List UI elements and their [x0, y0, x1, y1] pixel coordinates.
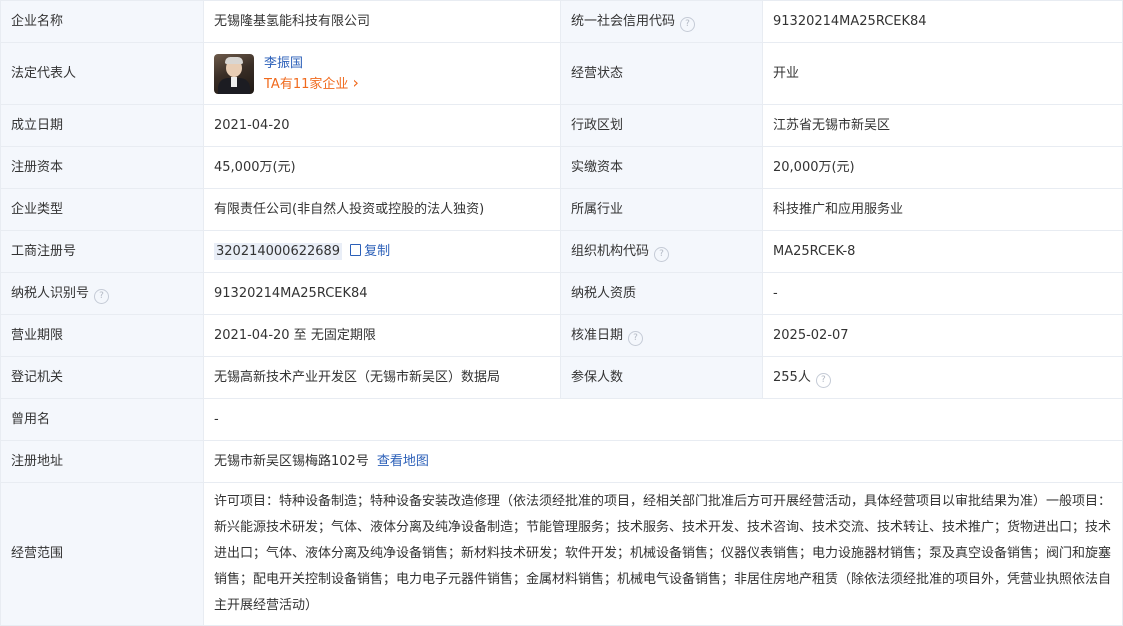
value-reg-number: 320214000622689 复制: [203, 230, 561, 273]
value-region: 江苏省无锡市新吴区: [762, 104, 1123, 147]
value-term: 2021-04-20 至 无固定期限: [203, 314, 561, 357]
question-circle-icon[interactable]: ?: [680, 16, 696, 32]
question-circle-icon[interactable]: ?: [815, 372, 831, 388]
label-approval-date-text: 核准日期: [571, 327, 624, 343]
label-approval-date: 核准日期?: [560, 314, 763, 357]
legal-rep-companies-text: TA有11家企业: [264, 76, 349, 92]
value-authority: 无锡高新技术产业开发区（无锡市新吴区）数据局: [203, 356, 561, 399]
label-taxpayer-id-text: 纳税人识别号: [11, 285, 90, 301]
value-approval-date: 2025-02-07: [762, 314, 1123, 357]
label-insured: 参保人数: [560, 356, 763, 399]
value-paid-capital: 20,000万(元): [762, 146, 1123, 189]
question-circle-icon[interactable]: ?: [654, 246, 670, 262]
legal-rep-name-link[interactable]: 李振国: [264, 54, 359, 73]
company-info-table: 企业名称 无锡隆基氢能科技有限公司 统一社会信用代码? 91320214MA25…: [0, 0, 1123, 626]
label-paid-capital: 实缴资本: [560, 146, 763, 189]
label-authority: 登记机关: [0, 356, 204, 399]
reg-number-text: 320214000622689: [214, 242, 343, 260]
view-map-link[interactable]: 查看地图: [377, 454, 429, 469]
label-region: 行政区划: [560, 104, 763, 147]
label-term: 营业期限: [0, 314, 204, 357]
value-taxpayer-qual: -: [762, 272, 1123, 315]
label-legal-rep: 法定代表人: [0, 42, 204, 105]
value-industry: 科技推广和应用服务业: [762, 188, 1123, 231]
label-company-type: 企业类型: [0, 188, 204, 231]
value-former-name: -: [203, 398, 1123, 441]
label-org-code: 组织机构代码?: [560, 230, 763, 273]
label-reg-capital: 注册资本: [0, 146, 204, 189]
copy-button[interactable]: 复制: [350, 243, 391, 259]
value-status: 开业: [762, 42, 1123, 105]
value-scope: 许可项目：特种设备制造；特种设备安装改造修理（依法须经批准的项目，经相关部门批准…: [203, 482, 1123, 626]
legal-rep-companies-link[interactable]: TA有11家企业 ›: [264, 73, 359, 94]
question-circle-icon[interactable]: ?: [94, 288, 110, 304]
label-former-name: 曾用名: [0, 398, 204, 441]
label-reg-number: 工商注册号: [0, 230, 204, 273]
address-text: 无锡市新吴区锡梅路102号: [214, 453, 369, 469]
chevron-right-icon: ›: [352, 72, 359, 92]
value-org-code: MA25RCEK-8: [762, 230, 1123, 273]
label-founded: 成立日期: [0, 104, 204, 147]
avatar[interactable]: [214, 53, 254, 94]
value-company-name: 无锡隆基氢能科技有限公司: [203, 0, 561, 43]
value-reg-capital: 45,000万(元): [203, 146, 561, 189]
value-address: 无锡市新吴区锡梅路102号 查看地图: [203, 440, 1123, 483]
label-taxpayer-qual: 纳税人资质: [560, 272, 763, 315]
insured-count: 255人: [773, 369, 811, 385]
label-taxpayer-id: 纳税人识别号?: [0, 272, 204, 315]
value-founded: 2021-04-20: [203, 104, 561, 147]
label-credit-code-text: 统一社会信用代码: [571, 13, 676, 29]
label-org-code-text: 组织机构代码: [571, 243, 650, 259]
value-insured: 255人?: [762, 356, 1123, 399]
label-company-name: 企业名称: [0, 0, 204, 43]
value-legal-rep: 李振国 TA有11家企业 ›: [203, 42, 561, 105]
value-taxpayer-id: 91320214MA25RCEK84: [203, 272, 561, 315]
label-status: 经营状态: [560, 42, 763, 105]
label-credit-code: 统一社会信用代码?: [560, 0, 763, 43]
copy-icon: [350, 243, 362, 256]
value-company-type: 有限责任公司(非自然人投资或控股的法人独资): [203, 188, 561, 231]
value-credit-code: 91320214MA25RCEK84: [762, 0, 1123, 43]
copy-button-label: 复制: [364, 243, 391, 259]
label-address: 注册地址: [0, 440, 204, 483]
label-scope: 经营范围: [0, 482, 204, 626]
question-circle-icon[interactable]: ?: [628, 330, 644, 346]
label-industry: 所属行业: [560, 188, 763, 231]
